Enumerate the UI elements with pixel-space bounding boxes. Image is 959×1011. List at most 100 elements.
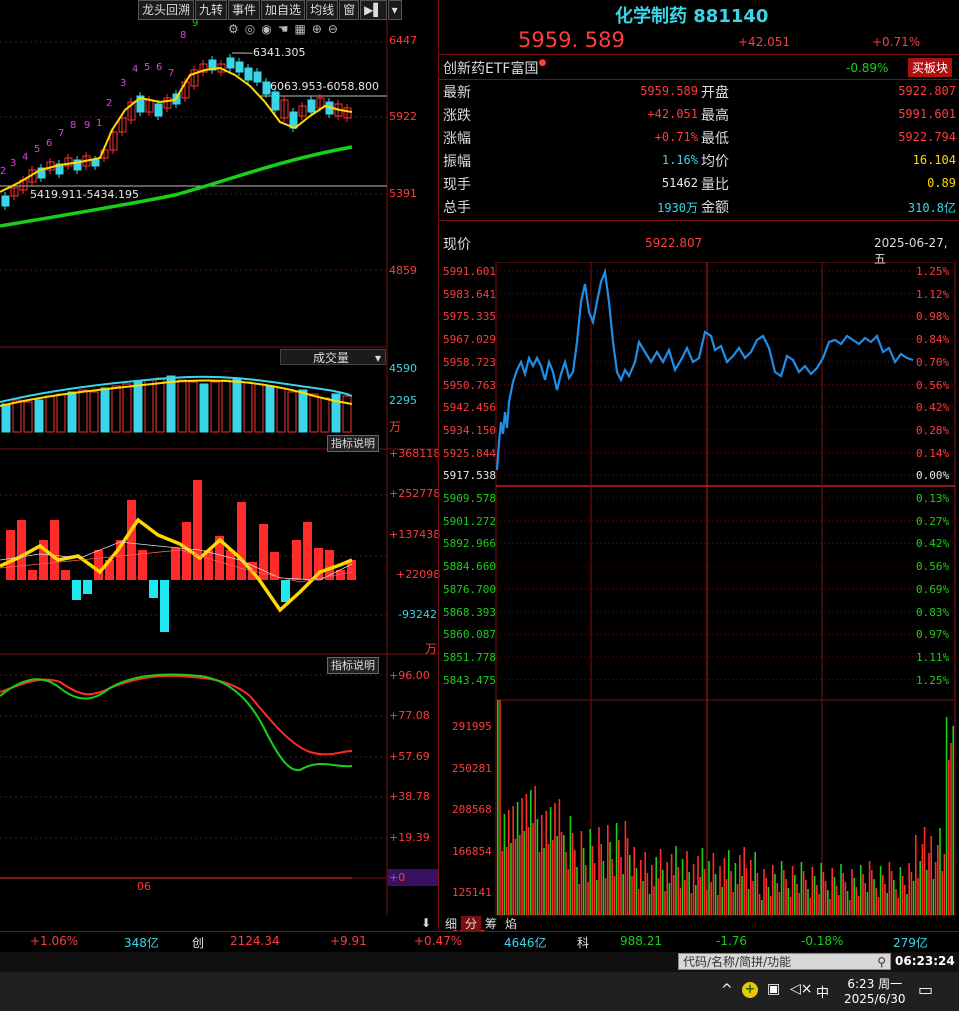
search-input[interactable]: 代码/名称/简拼/功能 ⚲ [678,953,891,970]
intraday-price-axis-label: 5983.641 [443,287,496,301]
quote-key: 涨跌 [443,108,471,124]
app-tray-icon[interactable]: + [742,982,758,998]
ticker-item: +9.91 [330,934,367,948]
indicator1-axis-label: +368118 [389,447,441,460]
ime-indicator[interactable]: 中 [816,982,829,1001]
indicator2-axis-label: +38.78 [389,790,430,803]
search-icon: ⚲ [877,955,886,969]
quote-row: 振幅 1.16% 均价 16.104 [443,151,958,173]
quote-value: +0.71% [654,130,698,144]
intraday-price-axis-label: 5860.087 [443,628,496,642]
divider [439,220,959,221]
ticker-item: +1.06% [30,934,79,948]
intraday-volume-axis-label: 166854 [452,844,492,858]
nine-turn-count: 6 [156,62,163,73]
quote-value: 1.16% [661,153,698,167]
ticker-item: 科 [577,936,590,950]
plus-circle-icon[interactable]: ⊕ [312,22,322,36]
intraday-price-axis-label: 5843.475 [443,673,496,687]
intraday-price-axis-label: 5892.966 [443,537,496,551]
toolbar-pin-icon[interactable]: ▶▌ [360,0,387,20]
indicator2-help-button[interactable]: 指标说明 [327,657,379,674]
quote-key: 振幅 [443,154,471,170]
intraday-price-axis-label: 5884.660 [443,560,496,574]
settings-icon[interactable]: ⚙ [228,22,239,36]
volume-bars [1,375,352,433]
toolbar-item-add-watchlist[interactable]: 加自选 [261,0,306,20]
intraday-price-axis-label: 5942.456 [443,401,496,415]
nine-turn-count: 3 [120,78,127,89]
intraday-price-axis-label: 5958.723 [443,355,496,369]
quote-value: +42.051 [647,107,698,121]
nine-turn-count: 2 [0,166,7,177]
intraday-price-axis-label: 5991.601 [443,265,496,278]
intraday-price-axis-label: 5934.150 [443,423,496,437]
volume-unit: 万 [389,420,402,434]
divider [439,54,959,55]
clock: 06:23:24 [895,954,955,968]
toolbar-item-nine-turn[interactable]: 九转 [195,0,228,20]
toolbar-dropdown-icon[interactable]: ▾ [387,0,402,20]
intraday-price-axis-label: 5917.538 [443,469,496,483]
chart-toolbar: 龙头回溯 九转 事件 加自选 均线 窗 ▶▌ ▾ [138,0,403,20]
quote-row: 总手 1930万 金额 310.8亿 [443,197,958,219]
related-etf-name[interactable]: 创新药ETF富国● [443,58,546,78]
intraday-volume-axis-label: 125141 [452,886,492,899]
quote-row: 涨跌 +42.051 最高 5991.601 [443,105,958,127]
nine-turn-count: 4 [132,64,139,75]
indicator2-axis-label: +0 [389,871,406,884]
chevron-down-icon: ▾ [374,351,381,365]
indicator2-axis-label: +77.08 [389,709,430,722]
intraday-pct-axis-label: 0.00% [916,469,950,483]
chevron-up-icon[interactable]: ^ [721,982,733,998]
ticker-item: 创 [192,936,205,950]
tab-detail[interactable]: 细 [441,916,461,932]
download-icon[interactable]: ⬇ [421,916,437,932]
minus-circle-icon[interactable]: ⊖ [328,22,338,36]
tab-chips[interactable]: 筹 [481,916,501,932]
intraday-pct-axis-label: 0.42% [916,401,950,415]
eye-outline-icon[interactable]: ◎ [245,22,255,36]
intraday-pct-axis-label: 0.56% [916,560,950,574]
quote-key: 最新 [443,85,471,101]
intraday-pct-axis-label: 1.11% [916,650,950,664]
ticker-item: -0.18% [801,934,844,948]
eye-icon[interactable]: ◉ [261,22,271,36]
speaker-muted-icon[interactable]: ◁× [790,981,813,997]
tab-flame[interactable]: 焰 [501,916,521,932]
quote-value: 1930万 [657,201,698,215]
intraday-price-axis-label: 5851.778 [443,650,496,664]
toolbar-item-window[interactable]: 窗 [339,0,360,20]
notification-icon[interactable]: ▭ [918,980,933,999]
toolbar-item-events[interactable]: 事件 [228,0,261,20]
taskbar-clock[interactable]: 6:23 周一 2025/6/30 [844,975,906,1006]
quote-key: 量比 [701,177,729,193]
quote-key: 均价 [701,154,729,170]
volume-indicator-dropdown[interactable]: 成交量 ▾ [280,349,386,365]
hand-icon[interactable]: ☚ [278,22,289,36]
intraday-pct-axis-label: 0.97% [916,628,950,642]
intraday-label: 现价 [443,237,471,253]
intraday-price-axis-label: 5909.578 [443,492,496,505]
intraday-price-axis-label: 5975.335 [443,310,496,324]
quote-key: 最低 [701,131,729,147]
quote-value: 310.8亿 [907,201,956,215]
quote-value: 16.104 [912,153,956,167]
toolbar-item-ma[interactable]: 均线 [306,0,339,20]
intraday-volume-axis-label: 250281 [452,761,492,775]
toolbar-item-leader-trace[interactable]: 龙头回溯 [138,0,195,20]
grid-icon[interactable]: ▦ [295,22,306,36]
intraday-pct-axis-label: 0.70% [916,355,950,369]
network-icon[interactable]: ▣ [767,981,780,997]
bottom-tabs: 细分筹焰 [441,916,521,932]
date-axis-label: 06 [137,880,151,893]
intraday-price-axis-label: 5901.272 [443,514,496,528]
indicator1-help-button[interactable]: 指标说明 [327,435,379,452]
intraday-price: 5922.807 [645,236,703,250]
intraday-volume-axis-label: 291995 [452,720,492,733]
kline-high-label: —6341.305 [242,46,306,59]
buy-sector-button[interactable]: 买板块 [908,58,953,77]
tab-minute[interactable]: 分 [461,916,482,932]
nine-turn-count: 2 [106,98,113,109]
quote-value: 5959.589 [640,84,698,98]
